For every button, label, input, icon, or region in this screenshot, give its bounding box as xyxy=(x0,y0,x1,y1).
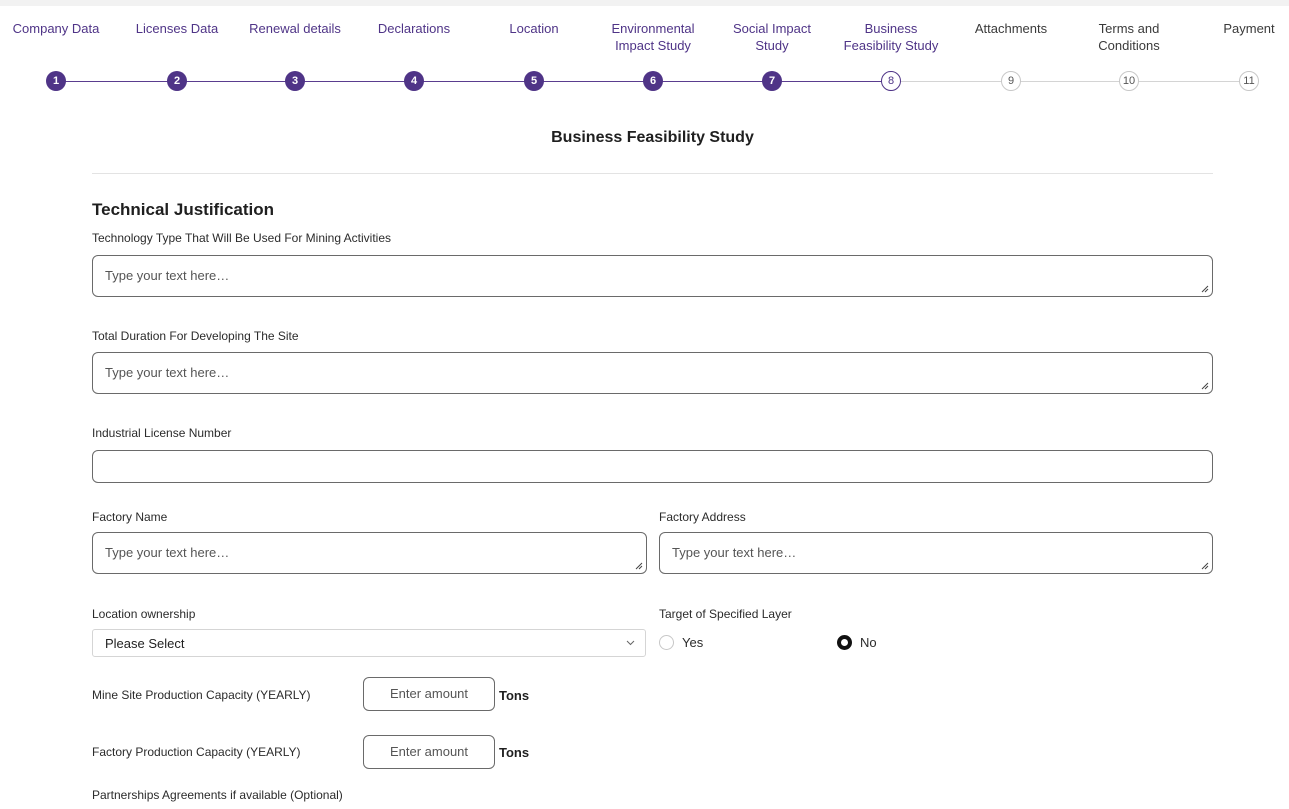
step-number: 6 xyxy=(643,71,663,91)
top-bar xyxy=(0,0,1289,6)
step-location[interactable]: Location 5 xyxy=(474,20,594,91)
step-attachments[interactable]: Attachments 9 xyxy=(951,20,1071,91)
step-label: Terms and Conditions xyxy=(1098,21,1160,53)
step-social-impact-study[interactable]: Social Impact Study 7 xyxy=(712,20,832,91)
technology-type-textarea[interactable]: Type your text here… xyxy=(92,255,1213,297)
industrial-license-label: Industrial License Number xyxy=(92,426,232,440)
technology-type-placeholder: Type your text here… xyxy=(105,268,230,283)
radio-yes[interactable]: Yes xyxy=(659,635,703,650)
resize-handle-icon[interactable] xyxy=(634,561,643,570)
step-number: 5 xyxy=(524,71,544,91)
resize-handle-icon[interactable] xyxy=(1200,284,1209,293)
step-label: Declarations xyxy=(377,21,451,36)
chevron-down-icon xyxy=(626,640,635,646)
factory-capacity-unit: Tons xyxy=(499,745,530,760)
factory-name-placeholder: Type your text here… xyxy=(105,545,230,560)
total-duration-label: Total Duration For Developing The Site xyxy=(92,329,299,343)
step-licenses-data[interactable]: Licenses Data 2 xyxy=(117,20,237,91)
step-number: 7 xyxy=(762,71,782,91)
technology-type-label: Technology Type That Will Be Used For Mi… xyxy=(92,231,392,245)
radio-yes-label: Yes xyxy=(682,635,704,650)
mine-capacity-label: Mine Site Production Capacity (YEARLY) xyxy=(92,688,311,702)
factory-address-label: Factory Address xyxy=(659,510,746,524)
location-ownership-label: Location ownership xyxy=(92,607,196,621)
step-renewal-details[interactable]: Renewal details 3 xyxy=(235,20,355,91)
industrial-license-input[interactable] xyxy=(92,450,1213,483)
location-ownership-value: Please Select xyxy=(105,636,185,651)
radio-no-label: No xyxy=(860,635,877,650)
step-declarations[interactable]: Declarations 4 xyxy=(354,20,474,91)
resize-handle-icon[interactable] xyxy=(1200,561,1209,570)
step-payment[interactable]: Payment 11 xyxy=(1189,20,1289,91)
step-number: 8 xyxy=(881,71,901,91)
step-number: 2 xyxy=(167,71,187,91)
total-duration-textarea[interactable]: Type your text here… xyxy=(92,352,1213,394)
divider xyxy=(92,173,1213,174)
step-number: 10 xyxy=(1119,71,1139,91)
step-number: 11 xyxy=(1239,71,1259,91)
step-company-data[interactable]: Company Data 1 xyxy=(0,20,116,91)
step-number: 1 xyxy=(46,71,66,91)
factory-capacity-label: Factory Production Capacity (YEARLY) xyxy=(92,745,301,759)
step-label: Environmental Impact Study xyxy=(611,21,695,53)
partnerships-label: Partnerships Agreements if available (Op… xyxy=(92,788,343,802)
location-ownership-select[interactable]: Please Select xyxy=(92,629,646,657)
resize-handle-icon[interactable] xyxy=(1200,381,1209,390)
step-label: Payment xyxy=(1223,21,1275,36)
step-number: 4 xyxy=(404,71,424,91)
radio-no[interactable]: No xyxy=(837,635,877,650)
factory-address-placeholder: Type your text here… xyxy=(672,545,797,560)
progress-stepper: Company Data 1 Licenses Data 2 Renewal d… xyxy=(0,20,1289,100)
step-label: Company Data xyxy=(12,21,100,36)
step-label: Social Impact Study xyxy=(732,21,812,53)
step-label: Business Feasibility Study xyxy=(843,21,939,53)
step-number: 9 xyxy=(1001,71,1021,91)
step-terms-and-conditions[interactable]: Terms and Conditions 10 xyxy=(1069,20,1189,91)
page-title: Business Feasibility Study xyxy=(551,129,754,146)
radio-checked-icon[interactable] xyxy=(837,635,852,650)
factory-name-textarea[interactable]: Type your text here… xyxy=(92,532,647,574)
factory-name-label: Factory Name xyxy=(92,510,168,524)
section-title: Technical Justification xyxy=(92,200,275,219)
mine-capacity-unit: Tons xyxy=(499,688,530,703)
step-business-feasibility-study[interactable]: Business Feasibility Study 8 xyxy=(831,20,951,91)
total-duration-placeholder: Type your text here… xyxy=(105,365,230,380)
factory-capacity-input[interactable]: Enter amount xyxy=(363,735,495,769)
step-label: Location xyxy=(509,21,559,36)
step-label: Renewal details xyxy=(249,21,341,36)
radio-unchecked-icon[interactable] xyxy=(659,635,674,650)
target-layer-label: Target of Specified Layer xyxy=(659,607,792,621)
step-number: 3 xyxy=(285,71,305,91)
step-label: Attachments xyxy=(974,21,1048,36)
factory-address-textarea[interactable]: Type your text here… xyxy=(659,532,1213,574)
mine-capacity-input[interactable]: Enter amount xyxy=(363,677,495,711)
step-label: Licenses Data xyxy=(135,21,219,36)
step-environmental-impact-study[interactable]: Environmental Impact Study 6 xyxy=(593,20,713,91)
stepper-line-pending xyxy=(900,81,1248,82)
